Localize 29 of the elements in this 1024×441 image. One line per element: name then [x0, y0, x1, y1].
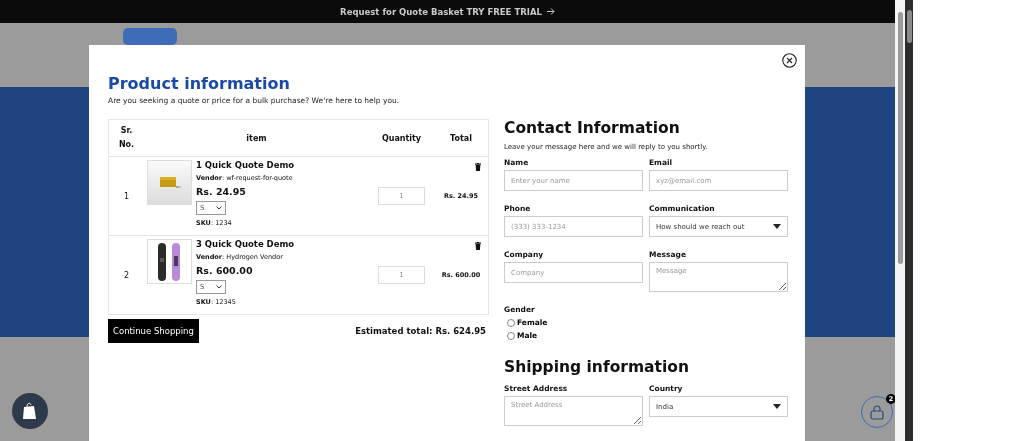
section-title: Contact Information	[504, 119, 681, 137]
shopping-bag-button[interactable]	[12, 393, 48, 429]
arrow-icon	[546, 8, 555, 15]
product-price: Rs. 24.95	[196, 186, 246, 197]
caret-icon	[773, 224, 781, 229]
chevron-icon	[216, 206, 222, 210]
section-title: Shipping information	[504, 358, 690, 376]
column-header: Total	[450, 133, 472, 143]
announcement-link[interactable]: Request for Quote Basket TRY FREE TRIAL	[340, 6, 555, 17]
scroll-thumb[interactable]	[897, 12, 903, 264]
caret-icon	[773, 404, 781, 409]
table-cell: 2	[123, 270, 130, 280]
chevron-icon	[216, 285, 222, 289]
scroll-thumb[interactable]	[906, 10, 912, 43]
product-price: Rs. 600.00	[196, 265, 253, 276]
column-header: item	[246, 133, 267, 143]
estimated-total: Estimated total: Rs. 624.95	[355, 326, 486, 336]
continue-shopping-button[interactable]: Continue Shopping	[108, 319, 199, 343]
column-header: Sr. No.	[117, 125, 136, 151]
trash-icon[interactable]	[475, 242, 481, 250]
bag-icon	[870, 404, 884, 420]
trash-icon[interactable]	[475, 163, 481, 171]
column-header: Quantity	[381, 133, 422, 143]
shopping-bag-icon	[22, 402, 38, 420]
product-name: 3 Quick Quote Demo	[196, 239, 295, 249]
product-name: 1 Quick Quote Demo	[196, 160, 295, 170]
close-icon[interactable]	[782, 53, 797, 68]
table-cell: 1	[123, 191, 130, 201]
modal-title: Product information	[108, 75, 291, 93]
